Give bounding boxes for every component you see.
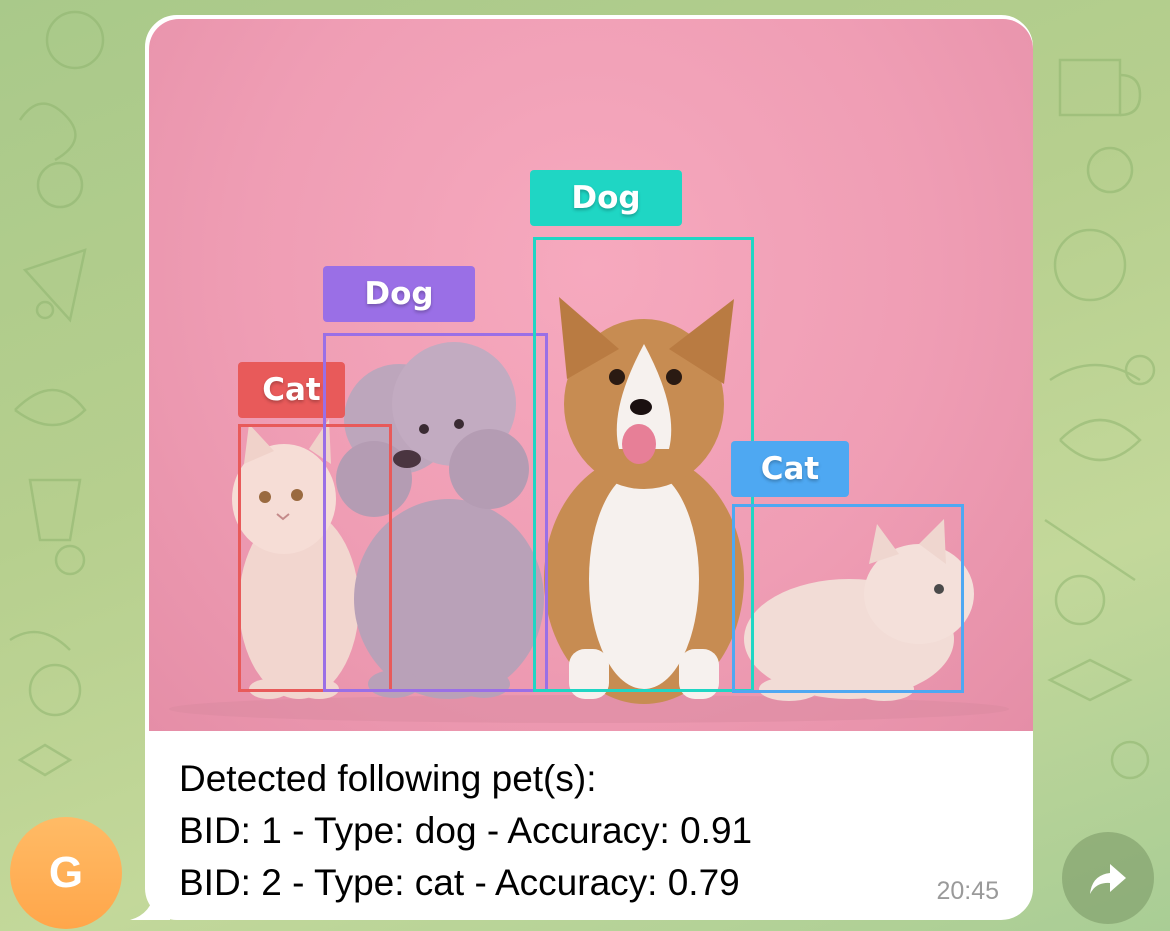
caption-line: BID: 2 - Type: cat - Accuracy: 0.79 bbox=[179, 862, 740, 903]
caption-line: Detected following pet(s): bbox=[179, 758, 597, 799]
forward-button[interactable] bbox=[1062, 832, 1154, 924]
message-caption: Detected following pet(s): BID: 1 - Type… bbox=[179, 753, 919, 909]
message-photo[interactable]: Cat Dog Dog Cat bbox=[149, 19, 1033, 731]
message-bubble[interactable]: Cat Dog Dog Cat Detected following pet(s… bbox=[145, 15, 1033, 920]
sender-avatar[interactable]: G bbox=[10, 817, 122, 929]
caption-line: BID: 1 - Type: dog - Accuracy: 0.91 bbox=[179, 810, 753, 851]
detection-label-cat-2: Cat bbox=[731, 441, 849, 497]
detection-box-cat-2 bbox=[732, 504, 964, 693]
message-timestamp: 20:45 bbox=[936, 877, 999, 905]
detection-label-dog-1: Dog bbox=[323, 266, 475, 322]
detection-box-dog-1 bbox=[323, 333, 548, 692]
detection-label-dog-2: Dog bbox=[530, 170, 682, 226]
detection-box-dog-2 bbox=[533, 237, 754, 692]
forward-arrow-icon bbox=[1090, 864, 1126, 894]
